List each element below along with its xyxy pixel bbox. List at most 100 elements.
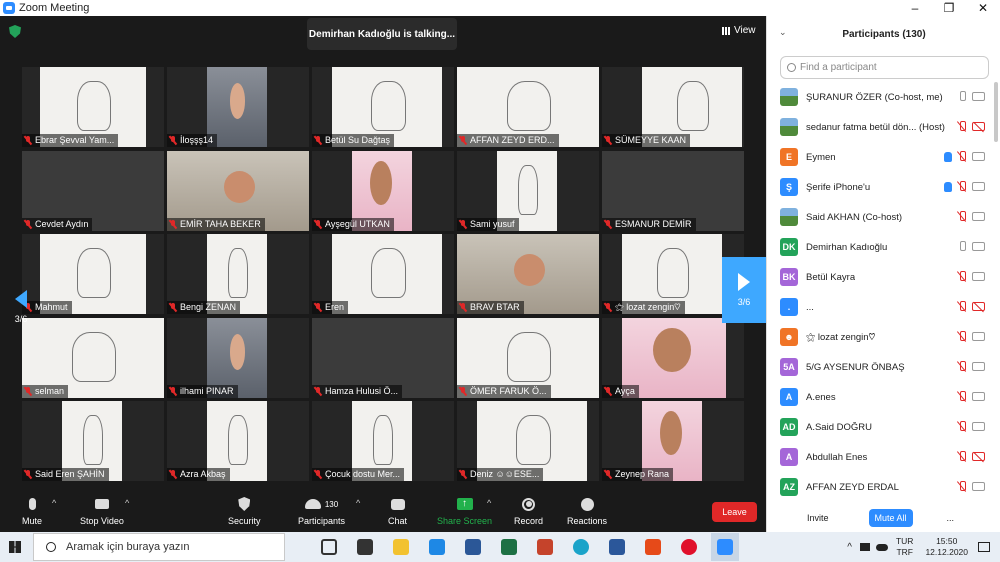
app-blue-button[interactable] xyxy=(459,533,487,561)
participant-row[interactable]: BK Betül Kayra xyxy=(767,262,993,292)
camera-icon[interactable] xyxy=(972,362,985,371)
mic-muted-icon[interactable] xyxy=(957,451,967,462)
camera-icon[interactable] xyxy=(972,332,985,341)
camera-icon[interactable] xyxy=(972,422,985,431)
collapse-panel-chevron-icon[interactable]: ⌄ xyxy=(779,27,787,38)
chat-button[interactable]: Chat xyxy=(388,496,407,526)
excel-button[interactable] xyxy=(495,533,523,561)
leave-button[interactable]: Leave xyxy=(712,502,757,522)
participant-row[interactable]: 5A 5/G AYSENUR ÖNBAŞ xyxy=(767,352,993,382)
camera-off-icon[interactable] xyxy=(972,452,985,461)
participant-row[interactable]: Said AKHAN (Co-host) xyxy=(767,202,993,232)
camera-icon[interactable] xyxy=(972,242,985,251)
powerpoint-button[interactable] xyxy=(531,533,559,561)
input-language[interactable]: TUR TRF xyxy=(896,536,913,558)
video-tile[interactable]: Cevdet Aydın xyxy=(22,151,164,231)
mic-muted-icon[interactable] xyxy=(957,301,967,312)
next-page-button[interactable]: 3/6 xyxy=(722,257,766,323)
video-tile[interactable]: Betül Su Dağtaş xyxy=(312,67,454,147)
video-tile[interactable]: Deniz ☺☺ESE... xyxy=(457,401,599,481)
opera-button[interactable] xyxy=(675,533,703,561)
participant-row[interactable]: AD A.Said DOĞRU xyxy=(767,412,993,442)
participant-row[interactable]: ☻ ⚝ lozat zengin♡ xyxy=(767,322,993,352)
close-button[interactable]: ✕ xyxy=(966,0,1000,16)
video-tile[interactable]: Mahmut xyxy=(22,234,164,314)
mic-muted-icon[interactable] xyxy=(957,211,967,222)
mute-options-caret-icon[interactable]: ^ xyxy=(52,498,56,508)
mic-muted-icon[interactable] xyxy=(957,271,967,282)
video-options-caret-icon[interactable]: ^ xyxy=(125,498,129,508)
mic-muted-icon[interactable] xyxy=(957,481,967,492)
mic-muted-icon[interactable] xyxy=(957,391,967,402)
record-button[interactable]: Record xyxy=(514,496,543,526)
camera-icon[interactable] xyxy=(972,182,985,191)
stop-video-button[interactable]: Stop Video ^ xyxy=(80,496,129,526)
camera-icon[interactable] xyxy=(972,92,985,101)
mic-muted-icon[interactable] xyxy=(957,331,967,342)
participants-options-caret-icon[interactable]: ^ xyxy=(356,498,360,508)
share-screen-button[interactable]: ↑ Share Screen ^ xyxy=(437,496,492,526)
file-explorer-button[interactable] xyxy=(387,533,415,561)
camera-icon[interactable] xyxy=(972,212,985,221)
camera-off-icon[interactable] xyxy=(972,302,985,311)
camera-icon[interactable] xyxy=(972,152,985,161)
microphone-icon[interactable] xyxy=(957,91,967,102)
mic-muted-icon[interactable] xyxy=(957,151,967,162)
video-tile[interactable]: SÜMEYYE KAAN xyxy=(602,67,744,147)
video-tile[interactable]: selman xyxy=(22,318,164,398)
word-button[interactable] xyxy=(603,533,631,561)
video-tile[interactable]: ÖMER FARUK Ö... xyxy=(457,318,599,398)
participant-row[interactable]: A Abdullah Enes xyxy=(767,442,993,472)
office-button[interactable] xyxy=(639,533,667,561)
invite-button[interactable]: Invite xyxy=(807,513,829,523)
camera-icon[interactable] xyxy=(972,272,985,281)
network-icon[interactable] xyxy=(859,543,870,551)
mic-muted-icon[interactable] xyxy=(957,181,967,192)
participant-search-input[interactable]: Find a participant xyxy=(780,56,989,79)
cloud-icon[interactable] xyxy=(875,543,888,551)
participant-list-scrollbar[interactable] xyxy=(994,82,998,142)
tray-chevron-icon[interactable]: ^ xyxy=(847,542,852,553)
video-tile[interactable]: Zeynep Rana xyxy=(602,401,744,481)
participant-row[interactable]: AZ AFFAN ZEYD ERDAL xyxy=(767,472,993,496)
video-tile[interactable]: Eren xyxy=(312,234,454,314)
camera-icon[interactable] xyxy=(972,482,985,491)
microphone-icon[interactable] xyxy=(957,241,967,252)
video-tile[interactable]: Ayşegül UTKAN xyxy=(312,151,454,231)
mute-button[interactable]: Mute ^ xyxy=(22,496,56,526)
video-tile[interactable]: EMİR TAHA BEKER xyxy=(167,151,309,231)
remote-desktop-button[interactable] xyxy=(423,533,451,561)
share-options-caret-icon[interactable]: ^ xyxy=(487,498,491,508)
video-tile[interactable]: Ayça xyxy=(602,318,744,398)
zoom-taskbar-button[interactable] xyxy=(711,533,739,561)
video-tile[interactable]: Bengi ZENAN xyxy=(167,234,309,314)
encryption-shield-icon[interactable] xyxy=(9,25,21,38)
participant-row[interactable]: sedanur fatma betül dön... (Host) xyxy=(767,112,993,142)
video-tile[interactable]: Ebrar Şevval Yam... xyxy=(22,67,164,147)
minimize-button[interactable]: – xyxy=(898,0,932,16)
video-tile[interactable]: ESMANUR DEMİR xyxy=(602,151,744,231)
camera-icon[interactable] xyxy=(972,392,985,401)
video-tile[interactable]: Çocuk dostu Mer... xyxy=(312,401,454,481)
taskbar-search-input[interactable]: Aramak için buraya yazın xyxy=(33,533,285,561)
video-tile[interactable]: Said Eren ŞAHİN xyxy=(22,401,164,481)
video-tile[interactable]: Azra Akbaş xyxy=(167,401,309,481)
video-tile[interactable]: ilhami PINAR xyxy=(167,318,309,398)
store-app-button[interactable] xyxy=(351,533,379,561)
more-options-button[interactable]: ... xyxy=(947,513,955,523)
video-tile[interactable]: BRAV BTAR xyxy=(457,234,599,314)
video-tile[interactable]: AFFAN ZEYD ERD... xyxy=(457,67,599,147)
view-button[interactable]: View xyxy=(722,25,756,36)
participant-row[interactable]: ŞURANUR ÖZER (Co-host, me) xyxy=(767,82,993,112)
windows-start-button[interactable] xyxy=(0,532,30,562)
participants-button[interactable]: 130 Participants ^ xyxy=(298,496,360,526)
clock[interactable]: 15:50 12.12.2020 xyxy=(925,536,968,558)
reactions-button[interactable]: Reactions xyxy=(567,496,607,526)
maximize-button[interactable]: ❐ xyxy=(932,0,966,16)
participant-row[interactable]: DK Demirhan Kadıoğlu xyxy=(767,232,993,262)
mic-muted-icon[interactable] xyxy=(957,421,967,432)
participant-row[interactable]: E Eymen xyxy=(767,142,993,172)
camera-off-icon[interactable] xyxy=(972,122,985,131)
video-tile[interactable]: Sami yusuf xyxy=(457,151,599,231)
participant-row[interactable]: .... xyxy=(767,292,993,322)
